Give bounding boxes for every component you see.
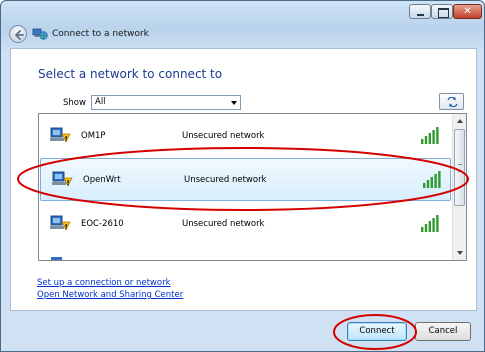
network-name: EOC-2610 (81, 219, 124, 229)
cancel-button[interactable]: Cancel (415, 322, 471, 341)
scroll-thumb[interactable] (454, 129, 465, 206)
back-arrow-icon (15, 30, 24, 40)
network-row[interactable]: OM1P Unsecured network (39, 115, 452, 158)
page-heading: Select a network to connect to (38, 67, 223, 81)
close-button[interactable]: ✕ (453, 4, 482, 19)
network-row[interactable]: EOC-2610 Unsecured network (39, 203, 452, 246)
signal-strength-icon (421, 215, 439, 232)
network-name: OM1P (81, 131, 106, 141)
minimize-icon (410, 5, 430, 18)
connect-button[interactable]: Connect (347, 322, 407, 341)
unsecured-network-icon (50, 215, 71, 231)
signal-strength-icon (421, 127, 439, 144)
network-security: Unsecured network (184, 175, 267, 185)
setup-connection-link[interactable]: Set up a connection or network (37, 278, 171, 288)
network-security: Unsecured network (182, 219, 265, 229)
back-button[interactable] (9, 25, 27, 43)
network-row-selected[interactable]: OpenWrt Unsecured network (40, 158, 451, 201)
network-globe-icon (32, 28, 48, 40)
network-list-scrollbar[interactable] (452, 114, 466, 260)
network-security: Unsecured network (182, 131, 265, 141)
close-icon: ✕ (463, 6, 472, 17)
chevron-down-icon (231, 101, 237, 105)
refresh-icon (447, 97, 458, 107)
content-panel: Select a network to connect to Show All (10, 48, 477, 311)
maximize-button[interactable] (431, 4, 453, 19)
partial-network-icon (51, 257, 62, 260)
network-name: OpenWrt (83, 175, 121, 185)
maximize-icon (432, 5, 452, 18)
navigation-bar: Connect to a network (1, 23, 484, 47)
show-filter-dropdown[interactable]: All (91, 95, 241, 110)
unsecured-network-icon (52, 171, 73, 187)
show-filter-value: All (95, 97, 106, 107)
signal-strength-icon (423, 171, 441, 188)
show-filter-label: Show (63, 98, 86, 108)
scroll-down-icon[interactable] (453, 246, 466, 260)
unsecured-network-icon (50, 127, 71, 143)
window-title: Connect to a network (52, 29, 149, 39)
network-list[interactable]: OM1P Unsecured network OpenWrt Unsecured… (38, 113, 467, 261)
network-sharing-center-link[interactable]: Open Network and Sharing Center (37, 290, 183, 300)
minimize-button[interactable] (409, 4, 431, 19)
title-bar[interactable]: ✕ (1, 1, 484, 25)
scroll-up-icon[interactable] (453, 114, 466, 128)
connect-to-network-window: ✕ Connect to a network Select a network … (0, 0, 485, 352)
refresh-button[interactable] (439, 93, 464, 110)
